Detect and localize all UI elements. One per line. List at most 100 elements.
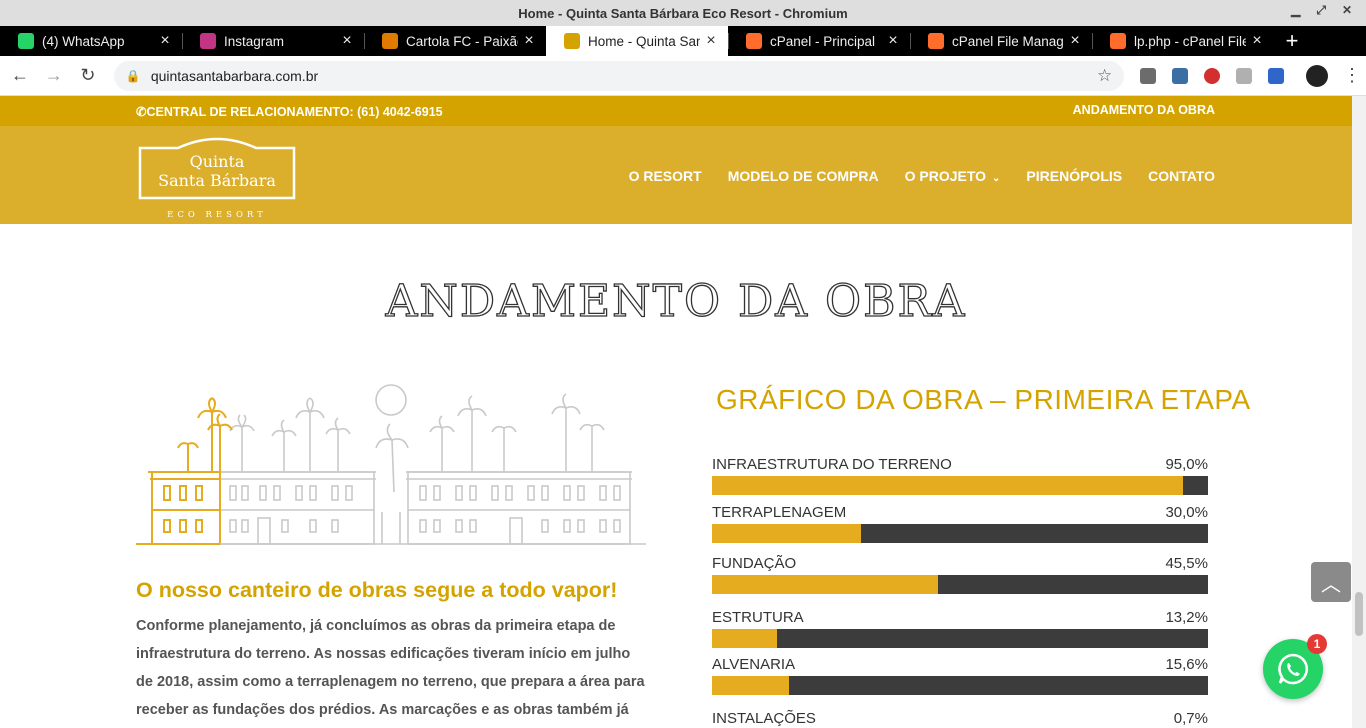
window-title: Home - Quinta Santa Bárbara Eco Resort -… [518,5,848,21]
main-nav: O RESORT MODELO DE COMPRA O PROJETO ⌄ PIR… [629,168,1215,184]
section-lead: O nosso canteiro de obras segue a todo v… [136,578,618,602]
progress-label: TERRAPLENAGEM [712,504,847,521]
browser-tab[interactable]: cPanel File Manager × [910,26,1092,56]
logo-line2: Santa Bárbara [158,171,276,190]
instagram-icon [200,33,216,49]
site-logo[interactable]: Quinta Santa Bárbara [138,134,296,200]
tab-close-icon[interactable]: × [886,32,900,50]
browser-tab[interactable]: lp.php - cPanel File × [1092,26,1274,56]
site-header: Quinta Santa Bárbara ECO RESORT O RESORT… [0,126,1352,224]
logo-subtitle: ECO RESORT [167,210,267,220]
nav-contato[interactable]: CONTATO [1148,168,1215,184]
window-title-bar: Home - Quinta Santa Bárbara Eco Resort -… [0,0,1366,26]
cpanel-icon [928,33,944,49]
chevron-down-icon: ⌄ [992,173,1001,184]
url-text: quintasantabarbara.com.br [150,67,319,84]
progress-fill [712,629,778,648]
tab-close-icon[interactable]: × [1068,32,1082,50]
web-page: ✆CENTRAL DE RELACIONAMENTO: (61) 4042-69… [0,96,1352,728]
tab-label: cPanel - Principal [770,33,876,49]
browser-tab[interactable]: cPanel - Principal × [728,26,910,56]
browser-toolbar: ← → ↻ 🔒 quintasantabarbara.com.br ☆ ⋮ [0,56,1366,96]
minimize-icon[interactable]: ▁ [1291,3,1300,18]
lock-icon: 🔒 [125,68,141,83]
bookmark-star-icon[interactable]: ☆ [1097,66,1112,86]
dropbox-extension-icon[interactable] [1140,67,1157,84]
restore-icon[interactable]: ⤢ [1316,3,1326,18]
progress-value: 0,7% [1173,710,1208,727]
progress-fill [712,676,790,695]
tab-label: lp.php - cPanel File [1134,33,1246,49]
progress-track [712,676,1208,695]
browser-tab[interactable]: Instagram × [182,26,364,56]
phone-text: CENTRAL DE RELACIONAMENTO: (61) 4042-691… [146,105,443,119]
reload-icon[interactable]: ↻ [74,62,102,90]
tab-label: Home - Quinta Santa [588,33,700,49]
address-bar[interactable]: 🔒 quintasantabarbara.com.br ☆ [113,60,1125,91]
stop-extension-icon[interactable] [1204,67,1221,84]
resort-icon [564,33,580,49]
progress-value: 45,5% [1165,555,1208,572]
progress-fill [712,524,861,543]
nav-o-projeto-label: O PROJETO [904,168,987,184]
progress-track [712,524,1208,543]
tab-label: Instagram [224,33,285,49]
browser-tab[interactable]: (4) WhatsApp × [0,26,182,56]
tab-close-icon[interactable]: × [522,32,536,50]
notification-badge: 1 [1307,634,1327,654]
page-title: ANDAMENTO DA OBRA [385,275,967,327]
nav-modelo-de-compra[interactable]: MODELO DE COMPRA [728,168,879,184]
phone-icon: ✆ [136,105,147,119]
forward-icon[interactable]: → [40,62,68,90]
tab-label: (4) WhatsApp [42,33,125,49]
screen-extension-icon[interactable] [1268,67,1285,84]
tab-close-icon[interactable]: × [340,32,354,50]
buildings-illustration [136,384,646,545]
tab-label: Cartola FC - Paixão, [406,33,518,49]
andamento-link[interactable]: ANDAMENTO DA OBRA [1073,103,1215,117]
progress-label: INSTALAÇÕES [712,710,816,727]
progress-fill [712,476,1184,495]
cartola-icon [382,33,398,49]
progress-fill [712,575,938,594]
whatsapp-icon [1278,653,1309,685]
tab-label: cPanel File Manager [952,33,1064,49]
tab-strip: (4) WhatsApp × Instagram × Cartola FC - Paix… [0,26,1366,56]
tab-close-icon[interactable]: × [1250,32,1264,50]
cpanel-icon [746,33,762,49]
cpanel-icon [1110,33,1126,49]
progress-value: 30,0% [1165,504,1208,521]
progress-label: FUNDAÇÃO [712,555,797,572]
progress-label: ESTRUTURA [712,609,804,626]
logo-line1: Quinta [190,152,245,171]
scrollbar-thumb[interactable] [1355,592,1363,636]
progress-value: 15,6% [1165,656,1208,673]
close-icon[interactable]: ✕ [1342,3,1352,18]
menu-icon[interactable]: ⋮ [1338,62,1366,90]
progress-label: ALVENARIA [712,656,796,673]
nav-pirenopolis[interactable]: PIRENÓPOLIS [1026,168,1122,184]
whatsapp-icon [18,33,34,49]
top-info-bar: ✆CENTRAL DE RELACIONAMENTO: (61) 4042-69… [0,96,1352,126]
puzzle-extension-icon[interactable] [1172,67,1189,84]
chevron-up-icon: ︿ [1321,573,1341,596]
section-body: Conforme planejamento, já concluímos as … [136,618,645,718]
progress-track [712,575,1208,594]
progress-track [712,629,1208,648]
new-tab-button[interactable]: + [1274,26,1310,56]
progress-value: 95,0% [1165,456,1208,473]
profile-avatar[interactable] [1306,64,1329,87]
nav-o-resort[interactable]: O RESORT [629,168,702,184]
tab-close-icon[interactable]: × [704,32,718,50]
progress-value: 13,2% [1165,609,1208,626]
m-extension-icon[interactable] [1236,67,1253,84]
back-to-top-button[interactable]: ︿ [1311,562,1351,602]
chart-title: GRÁFICO DA OBRA – PRIMEIRA ETAPA [716,384,1251,415]
page-scrollbar[interactable] [1352,96,1366,728]
progress-track [712,476,1208,495]
browser-tab[interactable]: Cartola FC - Paixão, × [364,26,546,56]
browser-tab[interactable]: Home - Quinta Santa× [546,26,728,56]
back-icon[interactable]: ← [6,62,34,90]
nav-o-projeto[interactable]: O PROJETO ⌄ [905,168,1001,184]
tab-close-icon[interactable]: × [158,32,172,50]
